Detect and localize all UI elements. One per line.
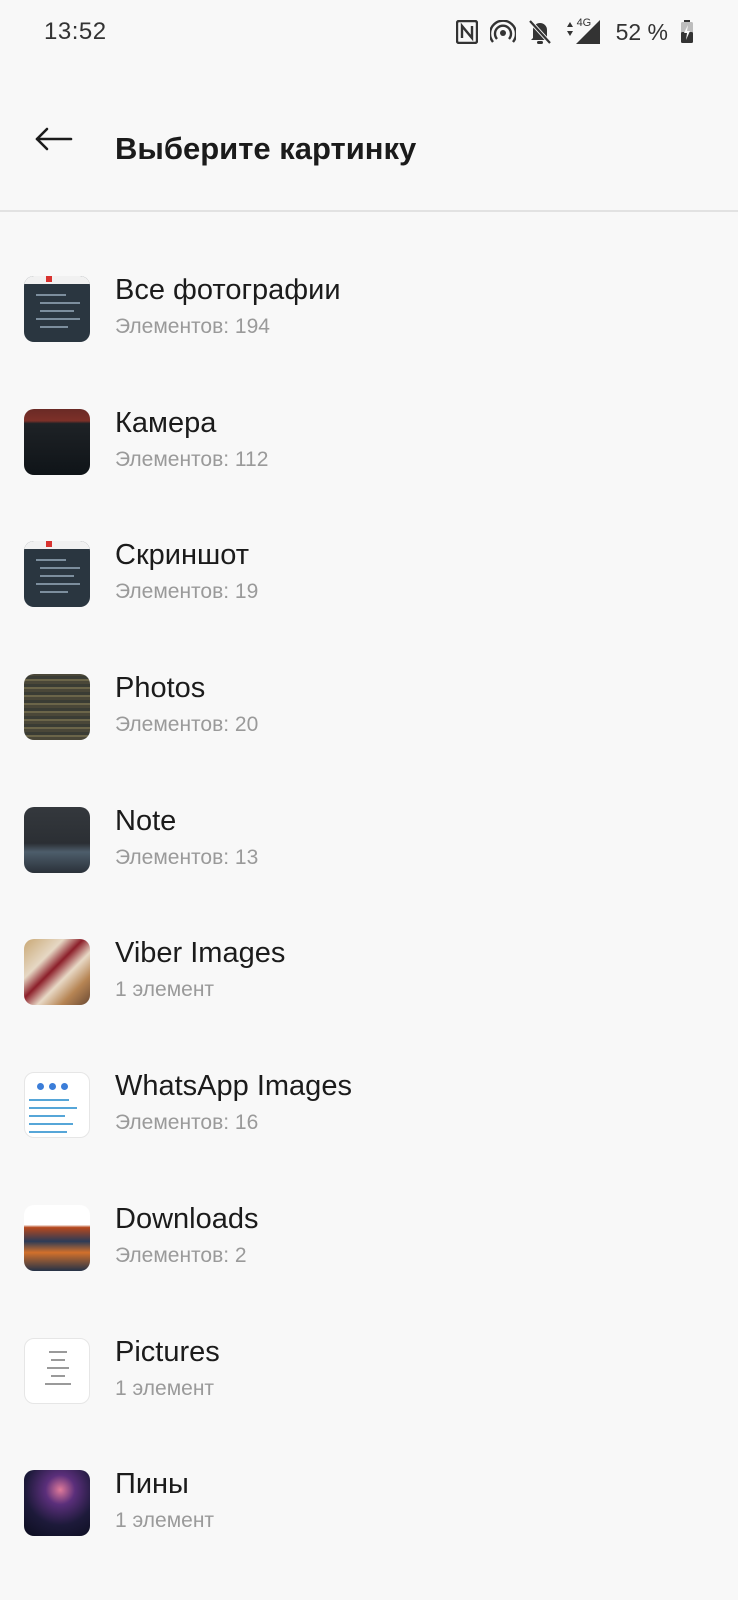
- album-count: Элементов: 112: [115, 447, 269, 471]
- album-list: Все фотографии Элементов: 194 Камера Эле…: [0, 212, 738, 1539]
- album-thumbnail: [24, 1337, 90, 1404]
- album-name: Скриншот: [115, 539, 250, 572]
- album-thumbnail: [24, 276, 90, 342]
- status-icons: 4G 52 %: [455, 16, 694, 48]
- album-thumbnail: [24, 939, 90, 1006]
- status-bar: 13:52 4G 52 %: [0, 0, 738, 64]
- battery-percent: 52 %: [615, 18, 668, 45]
- album-count: 1 элемент: [115, 1509, 215, 1533]
- album-item-pins[interactable]: Пины 1 элемент: [0, 1406, 738, 1539]
- album-count: Элементов: 194: [115, 315, 270, 338]
- bell-off-icon: [528, 19, 552, 45]
- album-thumbnail: [24, 1470, 90, 1537]
- network-label: 4G: [576, 17, 592, 29]
- album-thumbnail: [24, 674, 90, 741]
- album-item-photos[interactable]: Photos Элементов: 20: [0, 610, 738, 743]
- album-count: Элементов: 13: [115, 845, 259, 869]
- album-count: Элементов: 16: [115, 1111, 259, 1135]
- hotspot-icon: [489, 20, 516, 44]
- album-name: Все фотографии: [115, 274, 341, 306]
- album-item-screenshots[interactable]: Скриншот Элементов: 19: [0, 477, 738, 610]
- album-thumbnail: [24, 1204, 90, 1271]
- nfc-icon: [455, 20, 478, 44]
- album-count: 1 элемент: [115, 1376, 215, 1400]
- album-count: Элементов: 20: [115, 713, 259, 737]
- album-count: Элементов: 19: [115, 580, 259, 604]
- signal-4g-icon: 4G: [564, 17, 602, 45]
- album-thumbnail: [24, 1072, 90, 1139]
- album-name: WhatsApp Images: [115, 1070, 352, 1103]
- album-item-pictures[interactable]: Pictures 1 элемент: [0, 1274, 738, 1407]
- status-time: 13:52: [44, 18, 107, 45]
- album-count: Элементов: 2: [115, 1243, 247, 1267]
- album-item-camera[interactable]: Камера Элементов: 112: [0, 345, 738, 478]
- album-thumbnail: [24, 541, 90, 608]
- album-item-all-photos[interactable]: Все фотографии Элементов: 194: [0, 212, 738, 345]
- back-button[interactable]: [30, 117, 78, 165]
- album-thumbnail: [24, 408, 90, 475]
- album-name: Photos: [115, 672, 206, 705]
- album-count: 1 элемент: [115, 978, 215, 1002]
- app-bar: Выберите картинку: [0, 64, 738, 212]
- album-name: Downloads: [115, 1202, 259, 1235]
- album-item-viber-images[interactable]: Viber Images 1 элемент: [0, 875, 738, 1008]
- page-title: Выберите картинку: [115, 131, 417, 166]
- album-item-downloads[interactable]: Downloads Элементов: 2: [0, 1141, 738, 1274]
- album-item-whatsapp-images[interactable]: WhatsApp Images Элементов: 16: [0, 1008, 738, 1141]
- album-name: Viber Images: [115, 937, 286, 970]
- album-name: Камера: [115, 406, 217, 439]
- album-name: Note: [115, 804, 177, 837]
- album-name: Pictures: [115, 1335, 220, 1368]
- arrow-left-icon: [34, 127, 74, 156]
- album-item-note[interactable]: Note Элементов: 13: [0, 743, 738, 876]
- album-thumbnail: [24, 806, 90, 873]
- battery-charging-icon: [680, 20, 694, 44]
- album-name: Пины: [115, 1468, 189, 1501]
